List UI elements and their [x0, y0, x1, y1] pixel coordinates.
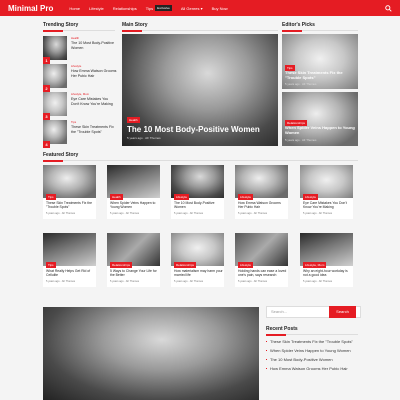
- nav-label: All Genres ▾: [180, 5, 203, 11]
- featured-heading: Featured Story: [43, 152, 79, 158]
- trending-title[interactable]: Eye Care Mistakes You Don't Know You're …: [71, 97, 117, 106]
- featured-tag[interactable]: Tips: [46, 262, 56, 268]
- trending-number: 2: [43, 85, 50, 92]
- featured-meta: 5 years ago · AF Themes: [238, 280, 268, 283]
- featured-title[interactable]: The 10 Most Body-Positive Women: [174, 201, 223, 210]
- featured-title[interactable]: 5 Ways to Change Your Life for the Bette…: [110, 269, 159, 278]
- trending-category[interactable]: Health: [71, 36, 117, 40]
- section-divider: [266, 333, 358, 336]
- featured-meta: 5 years ago · AF Themes: [46, 212, 76, 215]
- editors-pick-title[interactable]: These Skin Treatments Fix the "Trouble S…: [285, 70, 355, 80]
- trending-item[interactable]: 2 Lifestyle How Emma Watson Grooms Her Pu…: [43, 64, 117, 92]
- large-feature-image[interactable]: [43, 307, 259, 400]
- featured-card[interactable]: Lifestyle Eye Care Mistakes You Don't Kn…: [300, 165, 353, 219]
- trending-number: 1: [43, 57, 50, 64]
- recent-post-link[interactable]: These Skin Treatments Fix the "Trouble S…: [266, 339, 366, 344]
- featured-tag[interactable]: Relationships: [110, 262, 133, 268]
- trending-category[interactable]: Lifestyle: [71, 64, 117, 68]
- recent-post-link[interactable]: When Spider Veins Happen to Young Women: [266, 348, 366, 353]
- site-logo[interactable]: Minimal Pro: [8, 4, 53, 13]
- nav-label: Tips: [145, 5, 154, 11]
- featured-tag[interactable]: Lifestyle: [238, 194, 254, 200]
- featured-card[interactable]: Relationships 5 Ways to Change Your Life…: [107, 233, 160, 287]
- main-story-meta: 5 years ago · AF Themes: [127, 136, 161, 140]
- featured-card[interactable]: Lifestyle The 10 Most Body-Positive Wome…: [171, 165, 224, 219]
- trending-category[interactable]: Tips: [71, 120, 117, 124]
- featured-title[interactable]: These Skin Treatments Fix the "Trouble S…: [46, 201, 95, 210]
- section-divider: [43, 29, 115, 32]
- trending-heading: Trending Story: [43, 22, 79, 28]
- editors-pick-meta: 5 years ago · AF Themes: [285, 82, 317, 86]
- featured-title[interactable]: Holding hands can ease a loved one's pai…: [238, 269, 287, 278]
- search-button[interactable]: Search: [329, 306, 356, 318]
- featured-title[interactable]: Why an eight-hour workday is not a good …: [303, 269, 352, 278]
- trending-item[interactable]: 4 Tips These Skin Treatments Fix the "Tro…: [43, 120, 117, 148]
- editors-picks-heading: Editor's Picks: [282, 22, 315, 28]
- editors-pick-image[interactable]: [282, 34, 358, 89]
- nav-label: Lifestyle: [89, 5, 104, 11]
- nav-relationships[interactable]: Relationships: [113, 6, 137, 11]
- nav-label: Home: [69, 5, 81, 11]
- featured-meta: 5 years ago · AF Themes: [110, 280, 140, 283]
- featured-card[interactable]: Tips These Skin Treatments Fix the "Trou…: [43, 165, 96, 219]
- featured-title[interactable]: How materialism may harm your married li…: [174, 269, 223, 278]
- main-story-tag[interactable]: Health: [127, 117, 140, 123]
- featured-meta: 5 years ago · AF Themes: [174, 280, 204, 283]
- section-divider: [122, 29, 278, 32]
- trending-item[interactable]: 1 Health The 10 Most Body-Positive Women: [43, 36, 117, 64]
- section-divider: [43, 159, 358, 162]
- featured-tag[interactable]: Lifestyle: [303, 194, 319, 200]
- section-divider: [282, 29, 358, 32]
- featured-tag[interactable]: Relationships: [174, 262, 197, 268]
- recent-posts-heading: Recent Posts: [266, 326, 298, 332]
- recent-posts-list: These Skin Treatments Fix the "Trouble S…: [266, 339, 366, 375]
- featured-title[interactable]: How Emma Watson Grooms Her Pubic Hair: [238, 201, 287, 210]
- featured-tag[interactable]: Health: [110, 194, 123, 200]
- featured-tag[interactable]: Lifestyle, Mom: [303, 262, 327, 268]
- nav-label: Buy Now: [211, 5, 228, 11]
- nav-badge: Exclusive: [155, 5, 172, 11]
- trending-title[interactable]: These Skin Treatments Fix the "Trouble S…: [71, 125, 117, 134]
- trending-category[interactable]: Lifestyle, Mom: [71, 92, 117, 96]
- featured-tag[interactable]: Lifestyle: [238, 262, 254, 268]
- featured-tag[interactable]: Lifestyle: [174, 194, 190, 200]
- featured-tag[interactable]: Tips: [46, 194, 56, 200]
- trending-title[interactable]: How Emma Watson Grooms Her Pubic Hair: [71, 69, 117, 78]
- featured-card[interactable]: Lifestyle Holding hands can ease a loved…: [235, 233, 288, 287]
- featured-meta: 5 years ago · AF Themes: [110, 212, 140, 215]
- featured-card[interactable]: Lifestyle, Mom Why an eight-hour workday…: [300, 233, 353, 287]
- main-nav: Home Lifestyle Relationships Tips Exclusi…: [69, 5, 228, 11]
- nav-all-genres[interactable]: All Genres ▾: [181, 6, 203, 11]
- nav-tips[interactable]: Tips Exclusive: [146, 5, 172, 11]
- featured-card[interactable]: Health When Spider Veins Happen to Young…: [107, 165, 160, 219]
- trending-title[interactable]: The 10 Most Body-Positive Women: [71, 41, 117, 50]
- recent-post-link[interactable]: The 10 Most Body-Positive Women: [266, 357, 366, 362]
- editors-pick-title[interactable]: When Spider Veins Happen to Young Women: [285, 125, 355, 135]
- featured-meta: 5 years ago · AF Themes: [303, 280, 333, 283]
- editors-pick-meta: 5 years ago · AF Themes: [285, 138, 317, 142]
- search-icon[interactable]: [385, 4, 392, 12]
- nav-buy-now[interactable]: Buy Now: [212, 6, 228, 11]
- trending-number: 4: [43, 141, 50, 148]
- trending-number: 3: [43, 113, 50, 120]
- nav-home[interactable]: Home: [69, 6, 80, 11]
- featured-card[interactable]: Lifestyle How Emma Watson Grooms Her Pub…: [235, 165, 288, 219]
- featured-title[interactable]: When Spider Veins Happen to Young Women: [110, 201, 159, 210]
- featured-meta: 5 years ago · AF Themes: [174, 212, 204, 215]
- recent-post-link[interactable]: How Emma Watson Grooms Her Pubic Hair: [266, 366, 366, 371]
- featured-card[interactable]: Tips What Really Helps Get Rid of Cellul…: [43, 233, 96, 287]
- featured-title[interactable]: Eye Care Mistakes You Don't Know You're …: [303, 201, 352, 210]
- featured-meta: 5 years ago · AF Themes: [303, 212, 333, 215]
- nav-lifestyle[interactable]: Lifestyle: [89, 6, 104, 11]
- top-navbar: Minimal Pro Home Lifestyle Relationships…: [0, 0, 400, 16]
- nav-label: Relationships: [112, 5, 137, 11]
- featured-meta: 5 years ago · AF Themes: [238, 212, 268, 215]
- featured-card[interactable]: Relationships How materialism may harm y…: [171, 233, 224, 287]
- trending-item[interactable]: 3 Lifestyle, Mom Eye Care Mistakes You Do…: [43, 92, 117, 120]
- main-story-title[interactable]: The 10 Most Body-Positive Women: [127, 125, 260, 134]
- featured-meta: 5 years ago · AF Themes: [46, 280, 76, 283]
- main-story-heading: Main Story: [122, 22, 148, 28]
- featured-title[interactable]: What Really Helps Get Rid of Cellulite: [46, 269, 95, 278]
